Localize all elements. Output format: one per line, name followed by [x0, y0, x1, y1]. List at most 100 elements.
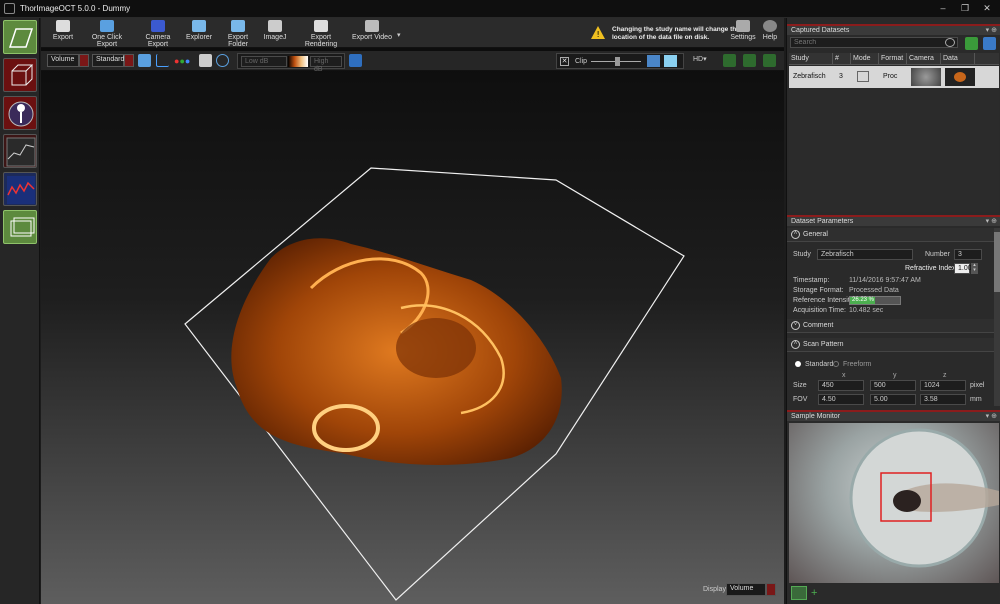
size-x-input[interactable]: 450 [818, 380, 864, 391]
col-data[interactable]: Data [943, 53, 975, 64]
one-click-export-icon [100, 20, 114, 32]
explorer-icon [192, 20, 206, 32]
dataset-table-header: Study # Mode Format Camera Data [789, 53, 999, 65]
captured-datasets-title: Captured Datasets [791, 27, 850, 34]
pin-icon-2[interactable]: ▾ ⊕ [986, 217, 997, 227]
volume-render[interactable] [41, 48, 784, 604]
fov-unit: mm [970, 396, 982, 403]
dataset-list-empty [789, 88, 999, 212]
render-viewport[interactable]: Volume Standard ●●● Low dB High dB ✕ Cli… [41, 48, 784, 604]
export-video-label: Export Video [352, 34, 392, 41]
dataset-row-format: Proc [883, 73, 898, 80]
camera-export-icon [151, 20, 165, 32]
title-bar: ThorImageOCT 5.0.0 - Dummy – ❐ ✕ [0, 0, 1000, 18]
captured-datasets-header: Captured Datasets ▾ ⊕ [787, 24, 1000, 35]
camera-export-label: Camera Export [145, 34, 171, 48]
minimize-icon[interactable]: – [936, 2, 950, 14]
export-folder-button[interactable]: Export Folder [217, 20, 259, 48]
study-input[interactable]: Zebrafisch [817, 249, 913, 260]
new-dataset-icon[interactable] [965, 37, 978, 50]
search-icon[interactable] [945, 38, 955, 47]
col-camera[interactable]: Camera [909, 53, 941, 64]
export-label: Export [52, 34, 74, 41]
window-mode-button[interactable] [3, 210, 37, 244]
fov-label: FOV [793, 396, 808, 403]
general-label: General [803, 231, 828, 238]
acquisition-time-value: 10.482 sec [849, 307, 884, 314]
reference-intensity-value: 26.23 % [852, 297, 875, 303]
pin-icon[interactable]: ▾ ⊕ [986, 26, 997, 36]
window-title: ThorImageOCT 5.0.0 - Dummy [20, 4, 131, 13]
spectrum-mode-button[interactable] [3, 172, 37, 206]
add-icon[interactable]: + [811, 587, 817, 599]
refractive-index-input[interactable]: 1.00 [954, 263, 972, 274]
axis-y-label: y [893, 372, 897, 379]
one-click-export-label: One Click Export [91, 34, 123, 48]
close-icon[interactable]: ✕ [980, 2, 994, 14]
display-dropdown-icon[interactable] [766, 583, 776, 596]
fov-z-input[interactable]: 3.58 [920, 394, 966, 405]
timestamp-value: 11/14/2016 9:57:47 AM [849, 277, 921, 284]
fov-y-input[interactable]: 5.00 [870, 394, 916, 405]
display-select[interactable]: Volume [726, 583, 766, 596]
warning-icon: ! [591, 26, 605, 39]
col-study[interactable]: Study [791, 53, 833, 64]
camera-thumbnail [911, 68, 941, 86]
mode-2d-button[interactable] [3, 20, 37, 54]
scan-pattern-section-header[interactable]: ˄ Scan Pattern [787, 338, 995, 352]
standard-label: Standard [805, 361, 834, 368]
export-folder-label: Export Folder [227, 34, 249, 48]
export-icon [56, 20, 70, 32]
dataset-options-icon[interactable] [983, 37, 996, 50]
col-number[interactable]: # [835, 53, 851, 64]
export-video-button[interactable]: Export Video [351, 20, 393, 41]
col-format[interactable]: Format [881, 53, 907, 64]
export-rendering-icon [314, 20, 328, 32]
refractive-index-spinner[interactable]: ▴ ▾ [971, 263, 978, 274]
imagej-button[interactable]: ImageJ [263, 20, 287, 41]
axis-x-label: x [842, 372, 846, 379]
main-toolbar: Export One Click Export Camera Export Ex… [41, 18, 784, 48]
expand-comment-icon: ˅ [791, 321, 800, 330]
toolbar-more-icon[interactable]: ▾ [397, 31, 401, 39]
help-button[interactable]: Help [759, 20, 781, 41]
general-section-header[interactable]: ˄ General [787, 228, 995, 242]
dataset-parameters-header: Dataset Parameters ▾ ⊕ [787, 215, 1000, 226]
number-label: Number [925, 251, 950, 258]
settings-button[interactable]: Settings [729, 20, 757, 41]
camera-export-button[interactable]: Camera Export [135, 20, 181, 48]
doppler-mode-button[interactable] [3, 134, 37, 168]
comment-section-header[interactable]: ˅ Comment [787, 319, 995, 333]
probe-icon[interactable] [791, 586, 807, 600]
freeform-radio[interactable] [833, 361, 839, 367]
probe-mode-button[interactable] [3, 96, 37, 130]
col-mode[interactable]: Mode [853, 53, 879, 64]
restore-icon[interactable]: ❐ [958, 2, 972, 14]
dataset-row[interactable]: Zebrafisch 3 Proc [789, 66, 999, 88]
help-icon [763, 20, 777, 32]
scan-pattern-label: Scan Pattern [803, 341, 844, 348]
number-input[interactable]: 3 [954, 249, 982, 260]
svg-text:!: ! [597, 30, 600, 39]
one-click-export-button[interactable]: One Click Export [81, 20, 133, 48]
explorer-label: Explorer [185, 34, 213, 41]
fov-x-input[interactable]: 4.50 [818, 394, 864, 405]
storage-format-value: Processed Data [849, 287, 899, 294]
freeform-label: Freeform [843, 361, 872, 368]
data-thumbnail [945, 68, 975, 86]
mode-3d-button[interactable] [3, 58, 37, 92]
volume-mode-icon [857, 71, 869, 82]
standard-radio[interactable] [795, 361, 801, 367]
explorer-button[interactable]: Explorer [184, 20, 214, 41]
size-z-input[interactable]: 1024 [920, 380, 966, 391]
export-button[interactable]: Export [49, 20, 77, 41]
pin-icon-3[interactable]: ▾ ⊕ [986, 412, 997, 422]
sample-monitor-image[interactable] [789, 423, 999, 583]
refractive-index-label: Refractive Index [905, 265, 956, 272]
parameters-scrollbar[interactable] [994, 228, 1000, 406]
export-rendering-button[interactable]: Export Rendering [295, 20, 347, 48]
export-rendering-label: Export Rendering [304, 34, 338, 48]
size-y-input[interactable]: 500 [870, 380, 916, 391]
film-icon [365, 20, 379, 32]
dataset-search-input[interactable] [790, 37, 958, 48]
